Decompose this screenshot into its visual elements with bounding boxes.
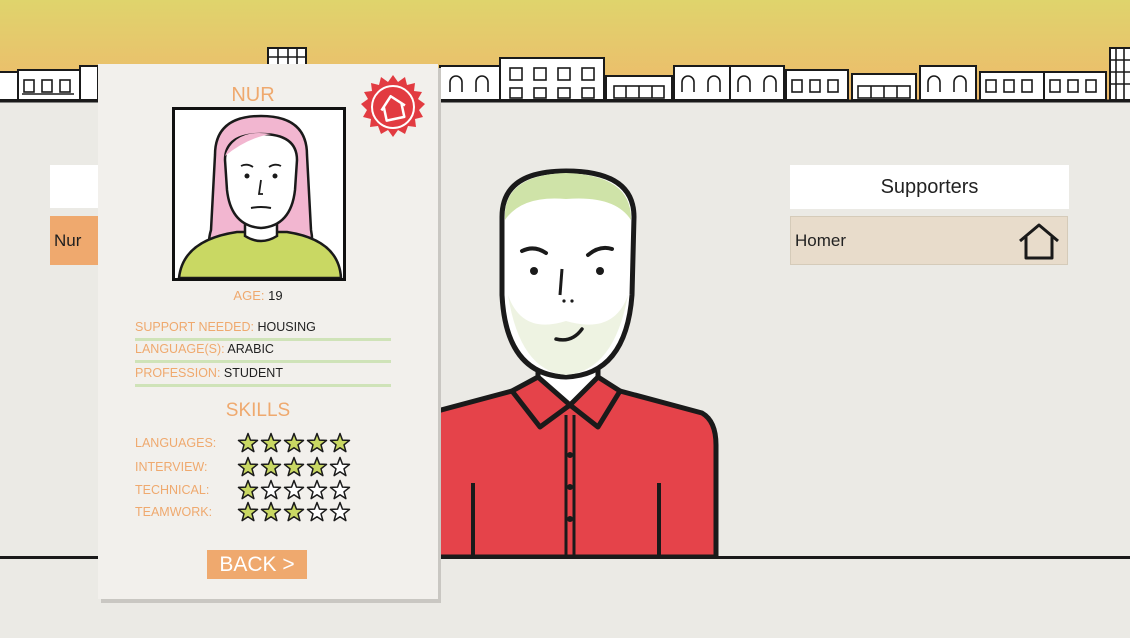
star-filled-icon (237, 432, 259, 453)
supporter-character (430, 168, 719, 557)
star-empty-icon (260, 479, 282, 500)
supporters-title: Supporters (790, 165, 1069, 209)
star-filled-icon (283, 432, 305, 453)
star-rating (237, 432, 351, 453)
star-empty-icon (283, 479, 305, 500)
star-empty-icon (306, 479, 328, 500)
supporter-list-item-homer[interactable]: Homer (790, 216, 1068, 265)
star-rating (237, 501, 351, 522)
star-empty-icon (329, 456, 351, 477)
star-filled-icon (260, 501, 282, 522)
age-value: 19 (268, 288, 283, 303)
skill-label: LANGUAGES: (135, 436, 217, 450)
support-needed-label: SUPPORT NEEDED: (135, 320, 255, 334)
star-empty-icon (329, 479, 351, 500)
star-empty-icon (329, 501, 351, 522)
skill-row: TECHNICAL: (135, 479, 375, 501)
skill-row: INTERVIEW: (135, 456, 375, 478)
star-filled-icon (329, 432, 351, 453)
star-filled-icon (260, 432, 282, 453)
profile-portrait (172, 107, 346, 281)
supporter-name: Homer (795, 230, 847, 250)
age-label: AGE: (233, 288, 265, 303)
back-button[interactable]: BACK > (207, 550, 307, 579)
languages-row: LANGUAGE(S): ARABIC (135, 342, 391, 363)
skill-label: INTERVIEW: (135, 460, 208, 474)
star-rating (237, 456, 351, 477)
languages-label: LANGUAGE(S): (135, 342, 225, 356)
star-filled-icon (283, 501, 305, 522)
skill-row: LANGUAGES: (135, 432, 375, 454)
star-filled-icon (306, 432, 328, 453)
star-filled-icon (306, 456, 328, 477)
profession-row: PROFESSION: STUDENT (135, 366, 391, 387)
star-filled-icon (237, 501, 259, 522)
star-filled-icon (283, 456, 305, 477)
profession-value: STUDENT (223, 366, 283, 380)
profession-label: PROFESSION: (135, 366, 221, 380)
star-filled-icon (237, 456, 259, 477)
age-row: AGE: 19 (98, 288, 418, 303)
skills-title: SKILLS (225, 400, 291, 421)
languages-value: ARABIC (227, 342, 274, 356)
skill-row: TEAMWORK: (135, 501, 375, 523)
house-badge-icon (361, 75, 425, 137)
skill-label: TEAMWORK: (135, 505, 213, 519)
star-filled-icon (237, 479, 259, 500)
support-needed-row: SUPPORT NEEDED: HOUSING (135, 320, 391, 341)
star-rating (237, 479, 351, 500)
house-icon (1019, 223, 1059, 260)
star-empty-icon (306, 501, 328, 522)
support-needed-value: HOUSING (257, 320, 316, 334)
profile-card: NUR AGE: 19 SUPPORT NEEDED: HOUSING LANG… (98, 64, 438, 599)
skill-label: TECHNICAL: (135, 483, 210, 497)
star-filled-icon (260, 456, 282, 477)
